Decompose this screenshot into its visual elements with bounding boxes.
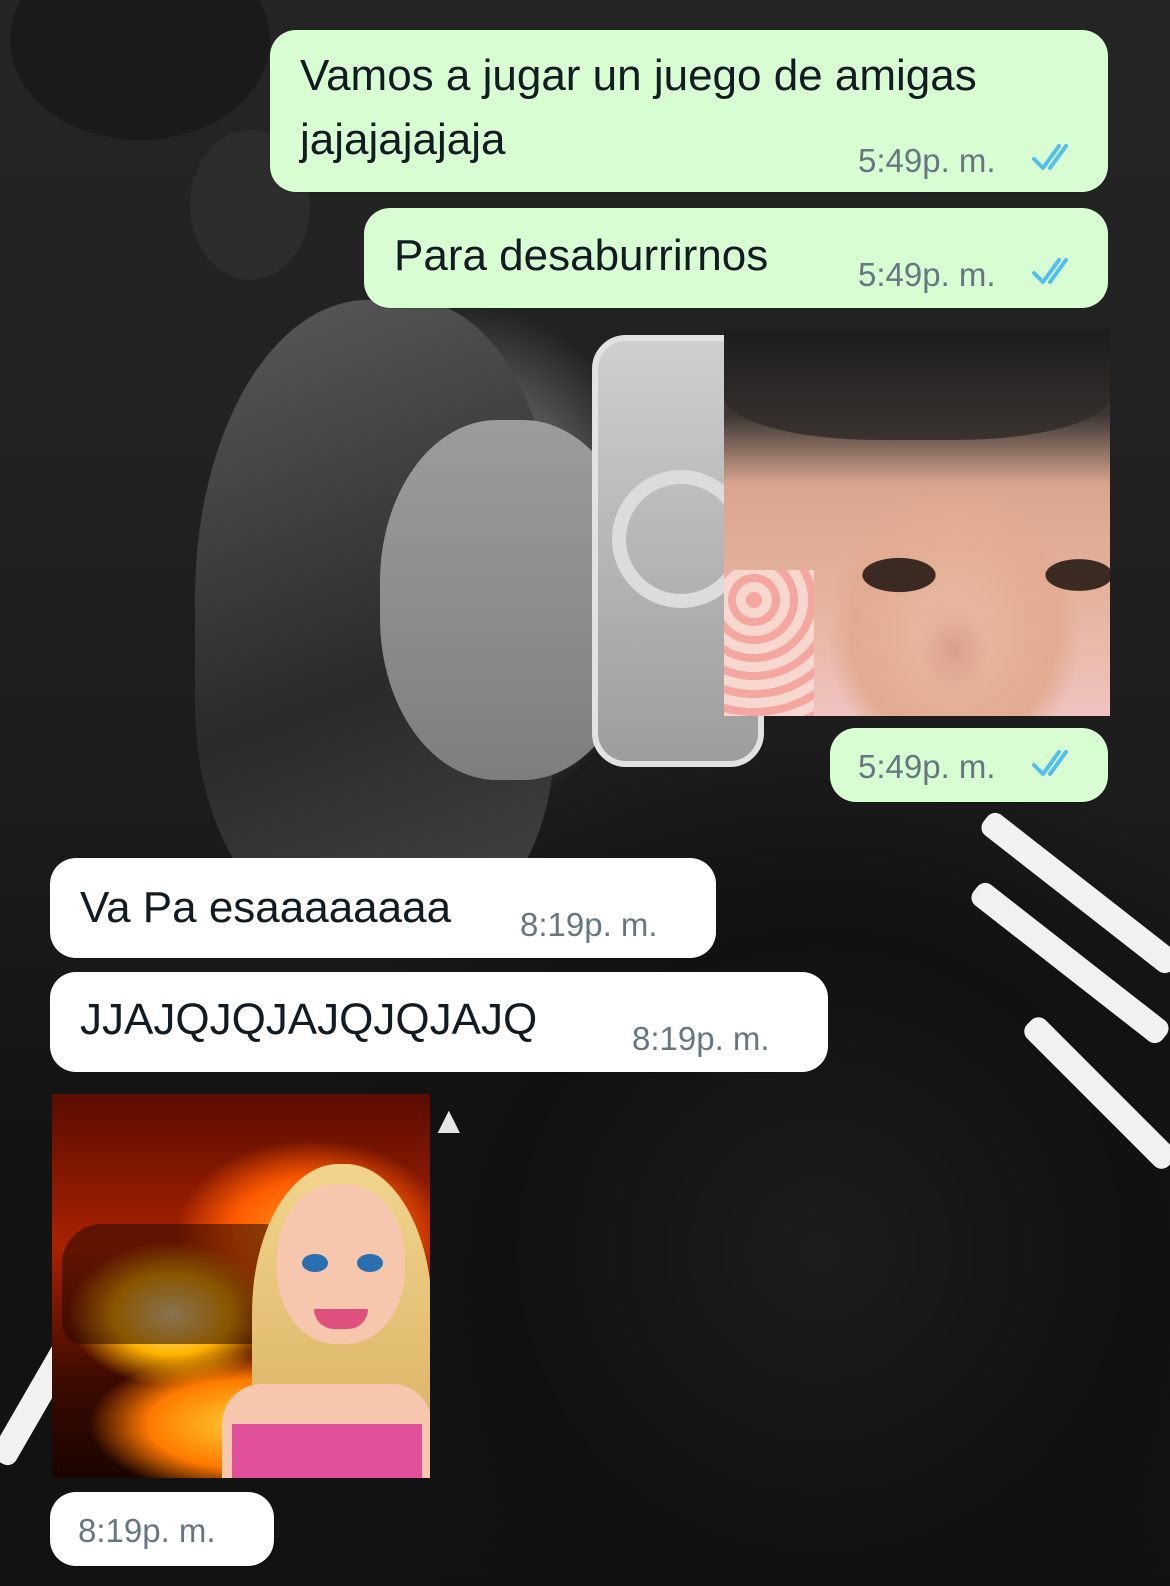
sticker-image-barbie-fire[interactable] [52, 1094, 430, 1478]
double-check-icon [1032, 144, 1068, 170]
message-timestamp: 8:19p. m. [632, 1020, 770, 1057]
sticker-barbie-eye [357, 1254, 383, 1272]
sticker-hair [724, 330, 1110, 440]
outgoing-message-bubble[interactable]: Vamos a jugar un juego de amigas jajajaj… [270, 30, 1108, 192]
double-check-icon [1032, 750, 1068, 776]
message-timestamp: 8:19p. m. [78, 1512, 216, 1549]
wallpaper-logo: ▲ [430, 1100, 468, 1142]
message-text-line: jajajajajaja [300, 115, 506, 164]
message-timestamp: 5:49p. m. [858, 748, 996, 785]
sticker-image-baby[interactable] [724, 330, 1110, 716]
outgoing-message-bubble[interactable]: Para desaburrirnos 5:49p. m. [364, 208, 1108, 308]
incoming-message-bubble[interactable]: Va Pa esaaaaaaaa 8:19p. m. [50, 858, 716, 958]
message-timestamp: 5:49p. m. [858, 142, 996, 179]
sticker-barbie-top [232, 1424, 422, 1478]
sticker-timestamp-pill: 5:49p. m. [830, 728, 1108, 802]
message-timestamp: 8:19p. m. [520, 906, 658, 943]
wallpaper-stripe [967, 878, 1170, 1048]
sticker-timestamp-pill: 8:19p. m. [50, 1492, 274, 1566]
double-check-icon [1032, 258, 1068, 284]
message-text: JJAJQJQJAJQJQJAJQ [80, 995, 538, 1044]
sticker-barbie-eye [302, 1254, 328, 1272]
message-text-line: Vamos a jugar un juego de amigas [300, 51, 977, 100]
sticker-shirt [724, 570, 814, 716]
message-text: Para desaburrirnos [394, 231, 769, 280]
wallpaper-balloon [10, 0, 270, 140]
message-text: Va Pa esaaaaaaaa [80, 883, 452, 932]
incoming-message-bubble[interactable]: JJAJQJQJAJQJQJAJQ 8:19p. m. [50, 972, 828, 1072]
message-timestamp: 5:49p. m. [858, 256, 996, 293]
